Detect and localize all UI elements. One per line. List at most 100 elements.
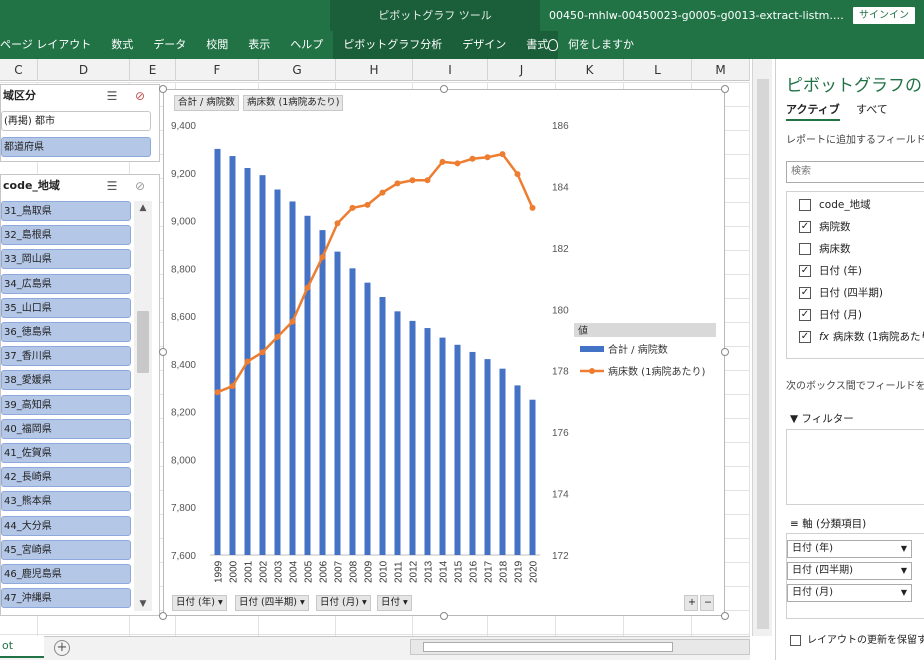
checkbox-icon[interactable]: ✓ [799,309,811,321]
sheet-tab[interactable]: ot [0,636,44,658]
scroll-thumb[interactable] [757,79,769,629]
chevron-down-icon[interactable]: ▼ [901,585,907,601]
checkbox-icon[interactable]: ✓ [799,221,811,233]
ribbon-tab[interactable]: 表示 [238,31,280,59]
slicer-item[interactable]: 41_佐賀県 [1,443,131,463]
column-header[interactable]: J [488,59,556,81]
slicer-item[interactable]: 45_宮崎県 [1,539,131,560]
checkbox-icon[interactable]: ✓ [799,265,811,277]
tab-all[interactable]: すべて [856,101,888,117]
tab-active[interactable]: アクティブ [786,101,840,121]
multi-select-icon[interactable]: ☰ [105,179,119,193]
axis-field-button-month[interactable]: 日付 (月) ▾ [316,595,371,611]
slicer-item[interactable]: 31_鳥取県 [1,201,131,221]
axis-field-dropdown[interactable]: 日付 (四半期) ▼ [787,562,912,580]
tell-me-box[interactable]: 何をしますか [548,31,634,59]
field-item[interactable]: ✓ fx病床数 (1病院あたり) [799,328,924,346]
slicer-item[interactable]: 35_山口県 [1,297,131,318]
chevron-down-icon[interactable]: ▼ [901,563,907,579]
ribbon-tab[interactable]: ヘルプ [280,31,333,59]
resize-handle[interactable] [440,85,448,93]
axis-field-button-date[interactable]: 日付 ▾ [377,595,412,611]
column-header[interactable]: F [176,59,259,81]
ribbon-tab[interactable]: デザイン [452,31,517,59]
multi-select-icon[interactable]: ☰ [105,89,119,103]
ribbon-tab[interactable]: 校閲 [196,31,238,59]
column-header[interactable]: I [413,59,488,81]
resize-handle[interactable] [440,612,448,620]
column-header[interactable]: H [336,59,413,81]
horizontal-scrollbar[interactable] [410,639,750,655]
ribbon-tab[interactable]: ページ レイアウト [0,31,101,59]
column-header[interactable]: C [0,59,38,81]
axis-field-button-quarter[interactable]: 日付 (四半期) ▾ [235,595,309,611]
slicer-item[interactable]: 44_大分県 [1,515,131,536]
slicer-region[interactable]: 域区分 ☰ ⊘ (再掲) 都市 都道府県 [0,84,160,162]
slicer-item[interactable]: 40_福岡県 [1,418,131,439]
slicer-item[interactable]: 34_広島県 [1,273,131,294]
slicer-item[interactable]: 33_岡山県 [1,249,131,270]
clear-filter-icon[interactable]: ⊘ [133,89,147,103]
slicer-item[interactable]: 38_愛媛県 [1,370,131,391]
axis-area[interactable]: 日付 (年) ▼ 日付 (四半期) ▼ 日付 (月) ▼ [786,533,924,619]
vertical-scrollbar[interactable] [752,59,772,636]
ribbon-tab[interactable]: 数式 [101,31,143,59]
scroll-thumb[interactable] [423,642,673,652]
slicer-item[interactable]: 32_島根県 [1,225,131,246]
field-search-input[interactable]: 検索 [786,161,924,183]
field-item[interactable]: ✓ 日付 (年) [799,262,862,280]
slicer-item[interactable]: 都道府県 [1,137,151,157]
slicer-item[interactable]: 47_沖縄県 [1,588,131,609]
tell-me-label: 何をしますか [568,38,634,51]
resize-handle[interactable] [159,348,167,356]
scroll-down-icon[interactable]: ▼ [134,597,152,611]
resize-handle[interactable] [721,85,729,93]
slicer-item[interactable]: 36_徳島県 [1,322,131,342]
collapse-field-button[interactable]: − [700,595,714,611]
checkbox-icon[interactable] [790,634,801,646]
field-item[interactable]: ✓ 病院数 [799,218,851,236]
column-header[interactable]: M [692,59,750,81]
slicer-scrollbar[interactable]: ▲ ▼ [134,201,152,611]
axis-field-dropdown[interactable]: 日付 (月) ▼ [787,584,912,602]
column-header[interactable]: L [624,59,692,81]
slicer-item[interactable]: 43_熊本県 [1,491,131,512]
resize-handle[interactable] [721,612,729,620]
slicer-item[interactable]: 37_香川県 [1,346,131,367]
slicer-item[interactable]: (再掲) 都市 [1,111,151,131]
expand-field-button[interactable]: + [684,595,698,611]
defer-update-checkbox[interactable]: レイアウトの更新を保留する [790,631,924,646]
ribbon-tab[interactable]: ピボットグラフ分析 [333,31,453,59]
field-item[interactable]: ✓ 日付 (四半期) [799,284,883,302]
checkbox-icon[interactable]: ✓ [799,331,811,343]
resize-handle[interactable] [721,348,729,356]
pivot-chart[interactable]: 合計 / 病院数 病床数 (1病院あたり) 7,600 7,800 8,000 8,2… [163,89,725,616]
filter-area[interactable] [786,429,924,505]
column-header[interactable]: D [38,59,130,81]
axis-field-dropdown[interactable]: 日付 (年) ▼ [787,540,912,558]
chevron-down-icon[interactable]: ▼ [901,541,907,557]
field-item[interactable]: 病床数 [799,240,851,258]
checkbox-icon[interactable] [799,243,811,255]
checkbox-icon[interactable] [799,199,811,211]
column-header[interactable]: E [130,59,176,81]
slicer-code-region[interactable]: code_地域 ☰ ⊘ 31_鳥取県 32_島根県 33_岡山県 34_広島県 35_山… [0,174,160,616]
signin-button[interactable]: サインイン [853,7,915,24]
axis-field-button-year[interactable]: 日付 (年) ▾ [172,595,227,611]
scroll-up-icon[interactable]: ▲ [134,201,152,215]
column-header[interactable]: G [259,59,336,81]
scroll-thumb[interactable] [137,311,149,373]
clear-filter-icon[interactable]: ⊘ [133,179,147,193]
add-sheet-icon[interactable]: + [54,640,70,656]
field-item[interactable]: ✓ 日付 (月) [799,306,862,324]
column-header[interactable]: K [556,59,624,81]
resize-handle[interactable] [159,85,167,93]
ribbon-tab[interactable]: データ [143,31,196,59]
x-tick-label: 1999 [214,560,225,583]
slicer-item[interactable]: 42_長崎県 [1,467,131,488]
checkbox-icon[interactable]: ✓ [799,287,811,299]
slicer-item[interactable]: 39_高知県 [1,394,131,415]
slicer-item[interactable]: 46_鹿児島県 [1,564,131,584]
resize-handle[interactable] [159,612,167,620]
field-item[interactable]: code_地域 [799,196,871,214]
